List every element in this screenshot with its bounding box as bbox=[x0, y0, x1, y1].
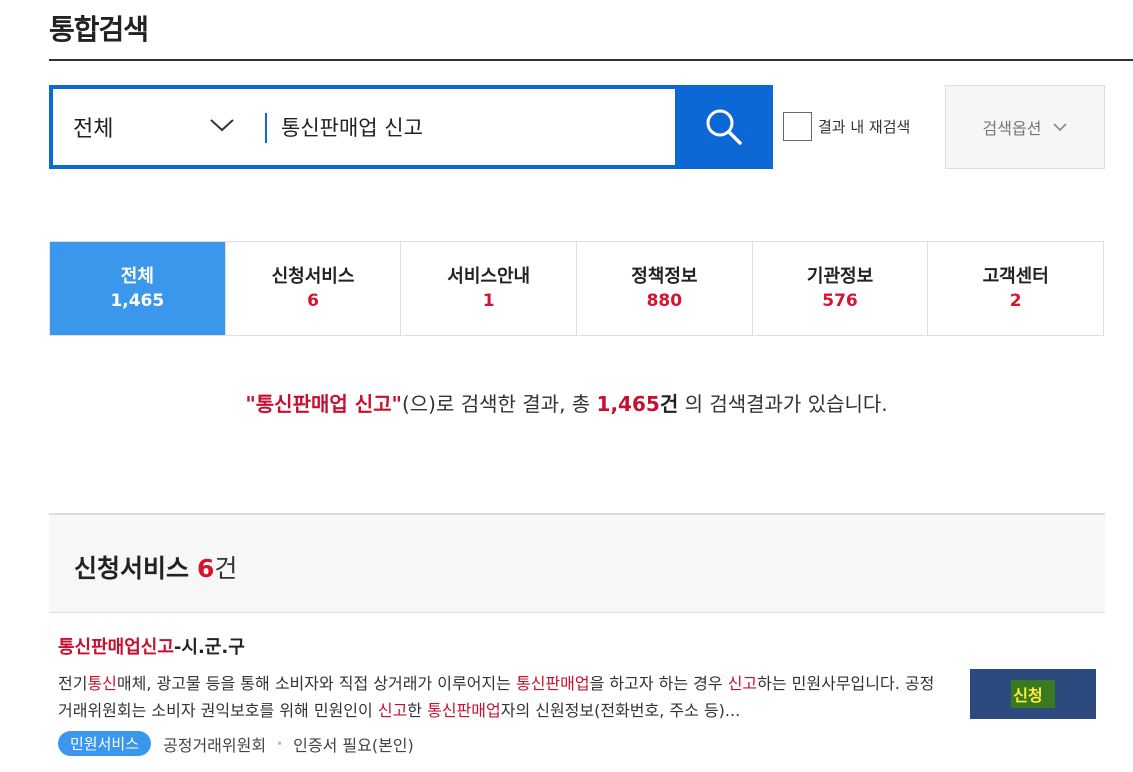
search-summary: "통신판매업 신고"(으)로 검색한 결과, 총 1,465건 의 검색결과가 … bbox=[0, 388, 1133, 417]
result-title-rest: -시.군.구 bbox=[173, 637, 245, 658]
tab-agency-info[interactable]: 기관정보 576 bbox=[752, 242, 929, 335]
desc-segment: 자의 신원정보(전화번호, 주소 등)... bbox=[500, 701, 741, 720]
meta-separator: • bbox=[276, 736, 284, 751]
tab-count: 2 bbox=[1009, 290, 1022, 311]
service-type-badge: 민원서비스 bbox=[58, 731, 152, 756]
search-input[interactable] bbox=[281, 107, 671, 147]
summary-total: 1,465 bbox=[596, 392, 660, 416]
result-title-link[interactable]: 통신판매업신고-시.군.구 bbox=[58, 633, 245, 659]
tab-count: 1 bbox=[482, 290, 495, 311]
tab-customer-center[interactable]: 고객센터 2 bbox=[928, 242, 1104, 335]
category-tabs: 전체 1,465 신청서비스 6 서비스안내 1 정책정보 880 기관정보 5… bbox=[49, 241, 1104, 336]
tab-label: 고객센터 bbox=[982, 265, 1049, 287]
tab-service-guide[interactable]: 서비스안내 1 bbox=[401, 242, 578, 335]
tab-label: 서비스안내 bbox=[447, 265, 531, 287]
desc-highlight: 통신판매업 bbox=[515, 674, 590, 693]
tab-count: 1,465 bbox=[110, 290, 165, 311]
search-button[interactable] bbox=[675, 85, 773, 169]
title-divider bbox=[49, 59, 1133, 61]
tab-count: 576 bbox=[822, 290, 858, 311]
summary-text: (으)로 검색한 결과, 총 bbox=[401, 392, 597, 416]
search-icon bbox=[706, 109, 742, 145]
section-count: 6 bbox=[197, 554, 215, 583]
result-title-highlight: 통신판매업신고 bbox=[58, 637, 174, 658]
summary-open-quote: " bbox=[245, 392, 256, 416]
desc-segment: 한 bbox=[407, 701, 428, 720]
search-divider bbox=[265, 113, 267, 143]
apply-button[interactable]: 신청 bbox=[970, 669, 1096, 719]
desc-highlight: 신고 bbox=[727, 674, 758, 693]
result-requirement: 인증서 필요(본인) bbox=[293, 735, 414, 755]
desc-segment: 전기 bbox=[58, 674, 88, 693]
desc-segment: 매체, 광고물 등을 통해 소비자와 직접 상거래가 이루어지는 bbox=[116, 674, 516, 693]
search-options-button[interactable]: 검색옵션 bbox=[945, 85, 1105, 169]
page-title: 통합검색 bbox=[49, 13, 149, 46]
section-header: 신청서비스 6건 bbox=[49, 513, 1105, 613]
tab-all[interactable]: 전체 1,465 bbox=[50, 242, 226, 335]
result-description: 전기통신매체, 광고물 등을 통해 소비자와 직접 상거래가 이루어지는 통신판… bbox=[58, 670, 938, 724]
research-label: 결과 내 재검색 bbox=[818, 118, 911, 136]
tab-label: 전체 bbox=[120, 265, 154, 287]
summary-text-end: 의 검색결과가 있습니다. bbox=[678, 392, 888, 416]
summary-close-quote: " bbox=[391, 392, 402, 416]
apply-label: 신청 bbox=[1011, 680, 1055, 708]
chevron-down-icon bbox=[1053, 122, 1068, 131]
desc-highlight: 통신판매업 bbox=[427, 701, 501, 720]
tab-policy-info[interactable]: 정책정보 880 bbox=[577, 242, 753, 335]
tab-application-services[interactable]: 신청서비스 6 bbox=[225, 242, 402, 335]
result-meta: 민원서비스 공정거래위원회 • 인증서 필요(본인) bbox=[58, 731, 414, 756]
desc-highlight: 신고 bbox=[377, 701, 408, 720]
search-scope-value: 전체 bbox=[73, 117, 114, 142]
tab-label: 기관정보 bbox=[806, 265, 874, 287]
chevron-down-icon bbox=[210, 119, 234, 132]
search-scope-select[interactable]: 전체 bbox=[53, 89, 263, 165]
section-title: 신청서비스 6건 bbox=[74, 549, 237, 585]
tab-count: 6 bbox=[307, 290, 319, 311]
search-options-label: 검색옵션 bbox=[982, 119, 1042, 138]
tab-label: 신청서비스 bbox=[271, 265, 355, 287]
tab-count: 880 bbox=[646, 290, 683, 311]
desc-highlight: 통신 bbox=[87, 674, 117, 693]
summary-unit: 건 bbox=[659, 392, 679, 416]
tab-label: 정책정보 bbox=[631, 265, 698, 287]
section-title-label: 신청서비스 bbox=[74, 554, 190, 583]
result-agency: 공정거래위원회 bbox=[163, 735, 267, 755]
search-box: 전체 bbox=[49, 85, 773, 169]
summary-keyword: 통신판매업 신고 bbox=[255, 392, 392, 416]
section-unit: 건 bbox=[214, 554, 238, 583]
research-checkbox[interactable] bbox=[783, 112, 812, 141]
desc-segment: 을 하고자 하는 경우 bbox=[589, 674, 728, 693]
